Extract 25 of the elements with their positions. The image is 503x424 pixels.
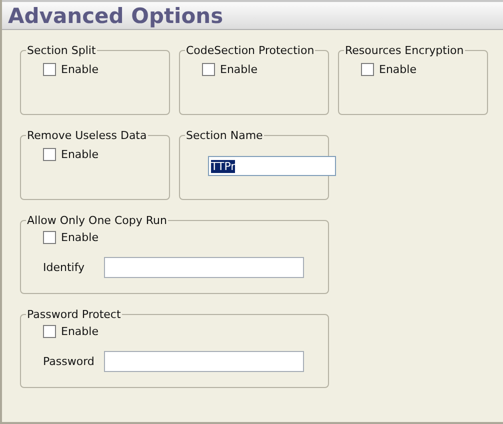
section-name-field[interactable]: TTPr bbox=[208, 156, 336, 176]
enable-checkbox[interactable]: Enable bbox=[43, 63, 98, 76]
group-title: Password Protect bbox=[26, 308, 122, 321]
group-title: CodeSection Protection bbox=[185, 44, 316, 57]
checkbox-square-icon[interactable] bbox=[202, 63, 215, 76]
checkbox-square-icon[interactable] bbox=[361, 63, 374, 76]
input-field[interactable] bbox=[104, 351, 304, 372]
checkbox-square-icon[interactable] bbox=[43, 148, 56, 161]
checkbox-square-icon[interactable] bbox=[43, 325, 56, 338]
field-label: Identify bbox=[43, 261, 86, 274]
group-title: Section Split bbox=[26, 44, 97, 57]
group-title: Resources Encryption bbox=[344, 44, 465, 57]
enable-checkbox[interactable]: Enable bbox=[361, 63, 416, 76]
checkbox-square-icon[interactable] bbox=[43, 63, 56, 76]
window-title: Advanced Options bbox=[8, 4, 224, 28]
field-label: Password bbox=[43, 355, 96, 368]
group-title: Section Name bbox=[185, 129, 264, 142]
enable-checkbox[interactable]: Enable bbox=[202, 63, 258, 76]
enable-checkbox[interactable]: Enable bbox=[43, 325, 98, 338]
input-field[interactable] bbox=[104, 257, 304, 278]
enable-checkbox[interactable]: Enable bbox=[43, 148, 98, 161]
group-title: Allow Only One Copy Run bbox=[26, 214, 168, 227]
enable-checkbox[interactable]: Enable bbox=[43, 231, 98, 244]
checkbox-square-icon[interactable] bbox=[43, 231, 56, 244]
group-title: Remove Useless Data bbox=[26, 129, 148, 142]
